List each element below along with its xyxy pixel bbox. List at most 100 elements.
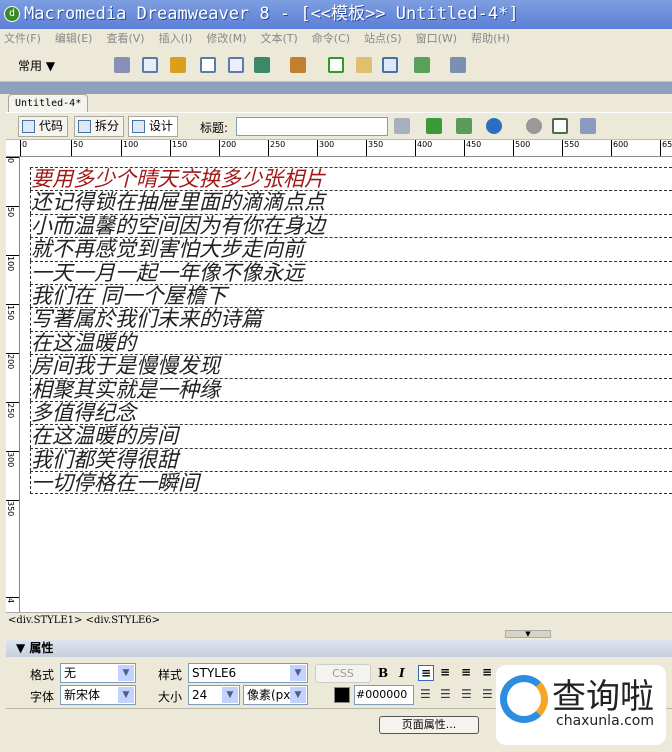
lyrics-div[interactable]: 要用多少个晴天交换多少张相片 还记得锁在抽屉里面的滴滴点点 小而温馨的空间因为有… bbox=[30, 167, 672, 495]
code-icon bbox=[22, 120, 35, 133]
lyric-line[interactable]: 相聚其实就是一种缘 bbox=[30, 377, 672, 401]
size-value: 24 bbox=[192, 688, 208, 702]
view-options-icon[interactable] bbox=[552, 118, 568, 134]
indent-icon[interactable]: ☰ bbox=[482, 687, 493, 701]
visual-aids-icon[interactable] bbox=[580, 118, 596, 134]
css-button[interactable]: CSS bbox=[315, 664, 371, 683]
outdent-icon[interactable]: ☰ bbox=[461, 687, 472, 701]
hyperlink-icon[interactable] bbox=[114, 57, 130, 73]
font-value: 新宋体 bbox=[64, 688, 101, 702]
menu-commands[interactable]: 命令(C) bbox=[312, 29, 350, 49]
media-icon[interactable] bbox=[290, 57, 306, 73]
split-view-button[interactable]: 拆分 bbox=[74, 116, 125, 137]
format-label: 格式 bbox=[30, 668, 55, 682]
split-view-label: 拆分 bbox=[95, 119, 120, 133]
lyric-line[interactable]: 多值得纪念 bbox=[30, 400, 672, 425]
lyric-line[interactable]: 要用多少个晴天交换多少张相片 bbox=[30, 167, 672, 191]
menu-file[interactable]: 文件(F) bbox=[4, 29, 41, 49]
design-view-button[interactable]: 设计 bbox=[128, 116, 179, 137]
div-icon[interactable] bbox=[228, 57, 244, 73]
insert-category-dropdown[interactable]: 常用 ▼ bbox=[18, 57, 55, 74]
text-color-swatch[interactable] bbox=[334, 687, 350, 703]
font-select[interactable]: 新宋体 ▼ bbox=[60, 685, 136, 705]
code-view-label: 代码 bbox=[39, 119, 64, 133]
ruler-tick: 450 bbox=[464, 140, 481, 156]
align-center-icon[interactable]: ≡ bbox=[440, 665, 450, 679]
code-view-button[interactable]: 代码 bbox=[18, 116, 69, 137]
validate-icon[interactable] bbox=[394, 118, 410, 134]
ruler-tick: 500 bbox=[513, 140, 530, 156]
page-properties-button[interactable]: 页面属性... bbox=[379, 716, 479, 734]
file-management-icon[interactable] bbox=[426, 118, 442, 134]
unit-value: 像素(px bbox=[247, 688, 291, 702]
menu-window[interactable]: 窗口(W) bbox=[416, 29, 457, 49]
ruler-tick: 65 bbox=[660, 140, 672, 156]
align-left-icon[interactable]: ≡ bbox=[418, 665, 435, 681]
chevron-down-icon: ▼ bbox=[290, 687, 306, 703]
template-icon[interactable] bbox=[450, 57, 466, 73]
style-select[interactable]: STYLE6 ▼ bbox=[188, 663, 308, 683]
watermark-text: 查询啦 bbox=[552, 677, 654, 717]
date-icon[interactable] bbox=[328, 57, 344, 73]
menu-help[interactable]: 帮助(H) bbox=[471, 29, 510, 49]
image-icon[interactable] bbox=[254, 57, 270, 73]
lyric-line[interactable]: 在这温暖的房间 bbox=[30, 424, 672, 448]
lyric-line[interactable]: 在这温暖的 bbox=[30, 330, 672, 354]
document-tab[interactable]: Untitled-4* bbox=[8, 94, 88, 112]
lyric-line[interactable]: 小而温馨的空间因为有你在身边 bbox=[30, 213, 672, 237]
lyric-line[interactable]: 一切停格在一瞬间 bbox=[30, 471, 672, 495]
ruler-tick: 200 bbox=[219, 140, 236, 156]
table-icon[interactable] bbox=[200, 57, 216, 73]
chevron-down-icon: ▼ bbox=[222, 687, 238, 703]
menu-site[interactable]: 站点(S) bbox=[364, 29, 402, 49]
comment-icon[interactable] bbox=[382, 57, 398, 73]
menu-text[interactable]: 文本(T) bbox=[260, 29, 297, 49]
panel-collapse-handle[interactable]: ▼ bbox=[505, 630, 551, 638]
bold-button[interactable]: B bbox=[378, 666, 388, 680]
menu-view[interactable]: 查看(V) bbox=[106, 29, 144, 49]
named-anchor-icon[interactable] bbox=[170, 57, 186, 73]
ordered-list-icon[interactable]: ☰ bbox=[440, 687, 451, 701]
preview-browser-icon[interactable] bbox=[486, 118, 502, 134]
lyric-line[interactable]: 就不再感觉到害怕大步走向前 bbox=[30, 237, 672, 261]
unordered-list-icon[interactable]: ☰ bbox=[420, 687, 431, 701]
italic-button[interactable]: I bbox=[399, 666, 405, 680]
color-input[interactable]: #000000 bbox=[354, 685, 414, 705]
workspace-band bbox=[0, 82, 672, 94]
menu-insert[interactable]: 插入(I) bbox=[159, 29, 193, 49]
size-select[interactable]: 24 ▼ bbox=[188, 685, 240, 705]
server-include-icon[interactable] bbox=[356, 57, 372, 73]
title-label: 标题: bbox=[200, 121, 229, 135]
design-canvas[interactable]: 要用多少个晴天交换多少张相片 还记得锁在抽屉里面的滴滴点点 小而温馨的空间因为有… bbox=[20, 157, 672, 612]
window-title: Macromedia Dreamweaver 8 - [<<模板>> Untit… bbox=[24, 4, 519, 24]
title-input[interactable] bbox=[236, 117, 388, 136]
sync-icon[interactable] bbox=[456, 118, 472, 134]
ruler-tick: 150 bbox=[170, 140, 187, 156]
lyric-line[interactable]: 写著属於我们未来的诗篇 bbox=[30, 307, 672, 331]
menu-edit[interactable]: 编辑(E) bbox=[55, 29, 93, 49]
ruler-tick: 0 bbox=[20, 140, 27, 156]
menu-modify[interactable]: 修改(M) bbox=[206, 29, 246, 49]
ruler-tick: 600 bbox=[611, 140, 628, 156]
refresh-icon[interactable] bbox=[526, 118, 542, 134]
ruler-tick: 550 bbox=[562, 140, 579, 156]
ruler-tick: 400 bbox=[415, 140, 432, 156]
unit-select[interactable]: 像素(px ▼ bbox=[243, 685, 308, 705]
email-link-icon[interactable] bbox=[142, 57, 158, 73]
properties-panel-header[interactable]: ▼ 属性 bbox=[6, 640, 672, 657]
ruler-tick: 300 bbox=[6, 451, 19, 467]
lyric-line[interactable]: 我们都笑得很甜 bbox=[30, 447, 672, 471]
tag-selector[interactable]: <div.STYLE1> <div.STYLE6> bbox=[6, 612, 672, 628]
format-select[interactable]: 无 ▼ bbox=[60, 663, 136, 683]
dreamweaver-logo-icon: d bbox=[4, 6, 20, 22]
lyric-line[interactable]: 房间我于是慢慢发现 bbox=[30, 354, 672, 378]
insert-toolbar: 常用 ▼ bbox=[0, 49, 672, 82]
lyric-line[interactable]: 我们在 同一个屋檐下 bbox=[30, 283, 672, 308]
head-icon[interactable] bbox=[414, 57, 430, 73]
chevron-down-icon: ▼ bbox=[118, 665, 134, 681]
justify-icon[interactable]: ≡ bbox=[482, 665, 492, 679]
align-right-icon[interactable]: ≡ bbox=[461, 665, 471, 679]
lyric-line[interactable]: 还记得锁在抽屉里面的滴滴点点 bbox=[30, 190, 672, 214]
lyric-line[interactable]: 一天一月一起一年像不像永远 bbox=[30, 260, 672, 284]
window-title-bar: d Macromedia Dreamweaver 8 - [<<模板>> Unt… bbox=[0, 0, 672, 29]
